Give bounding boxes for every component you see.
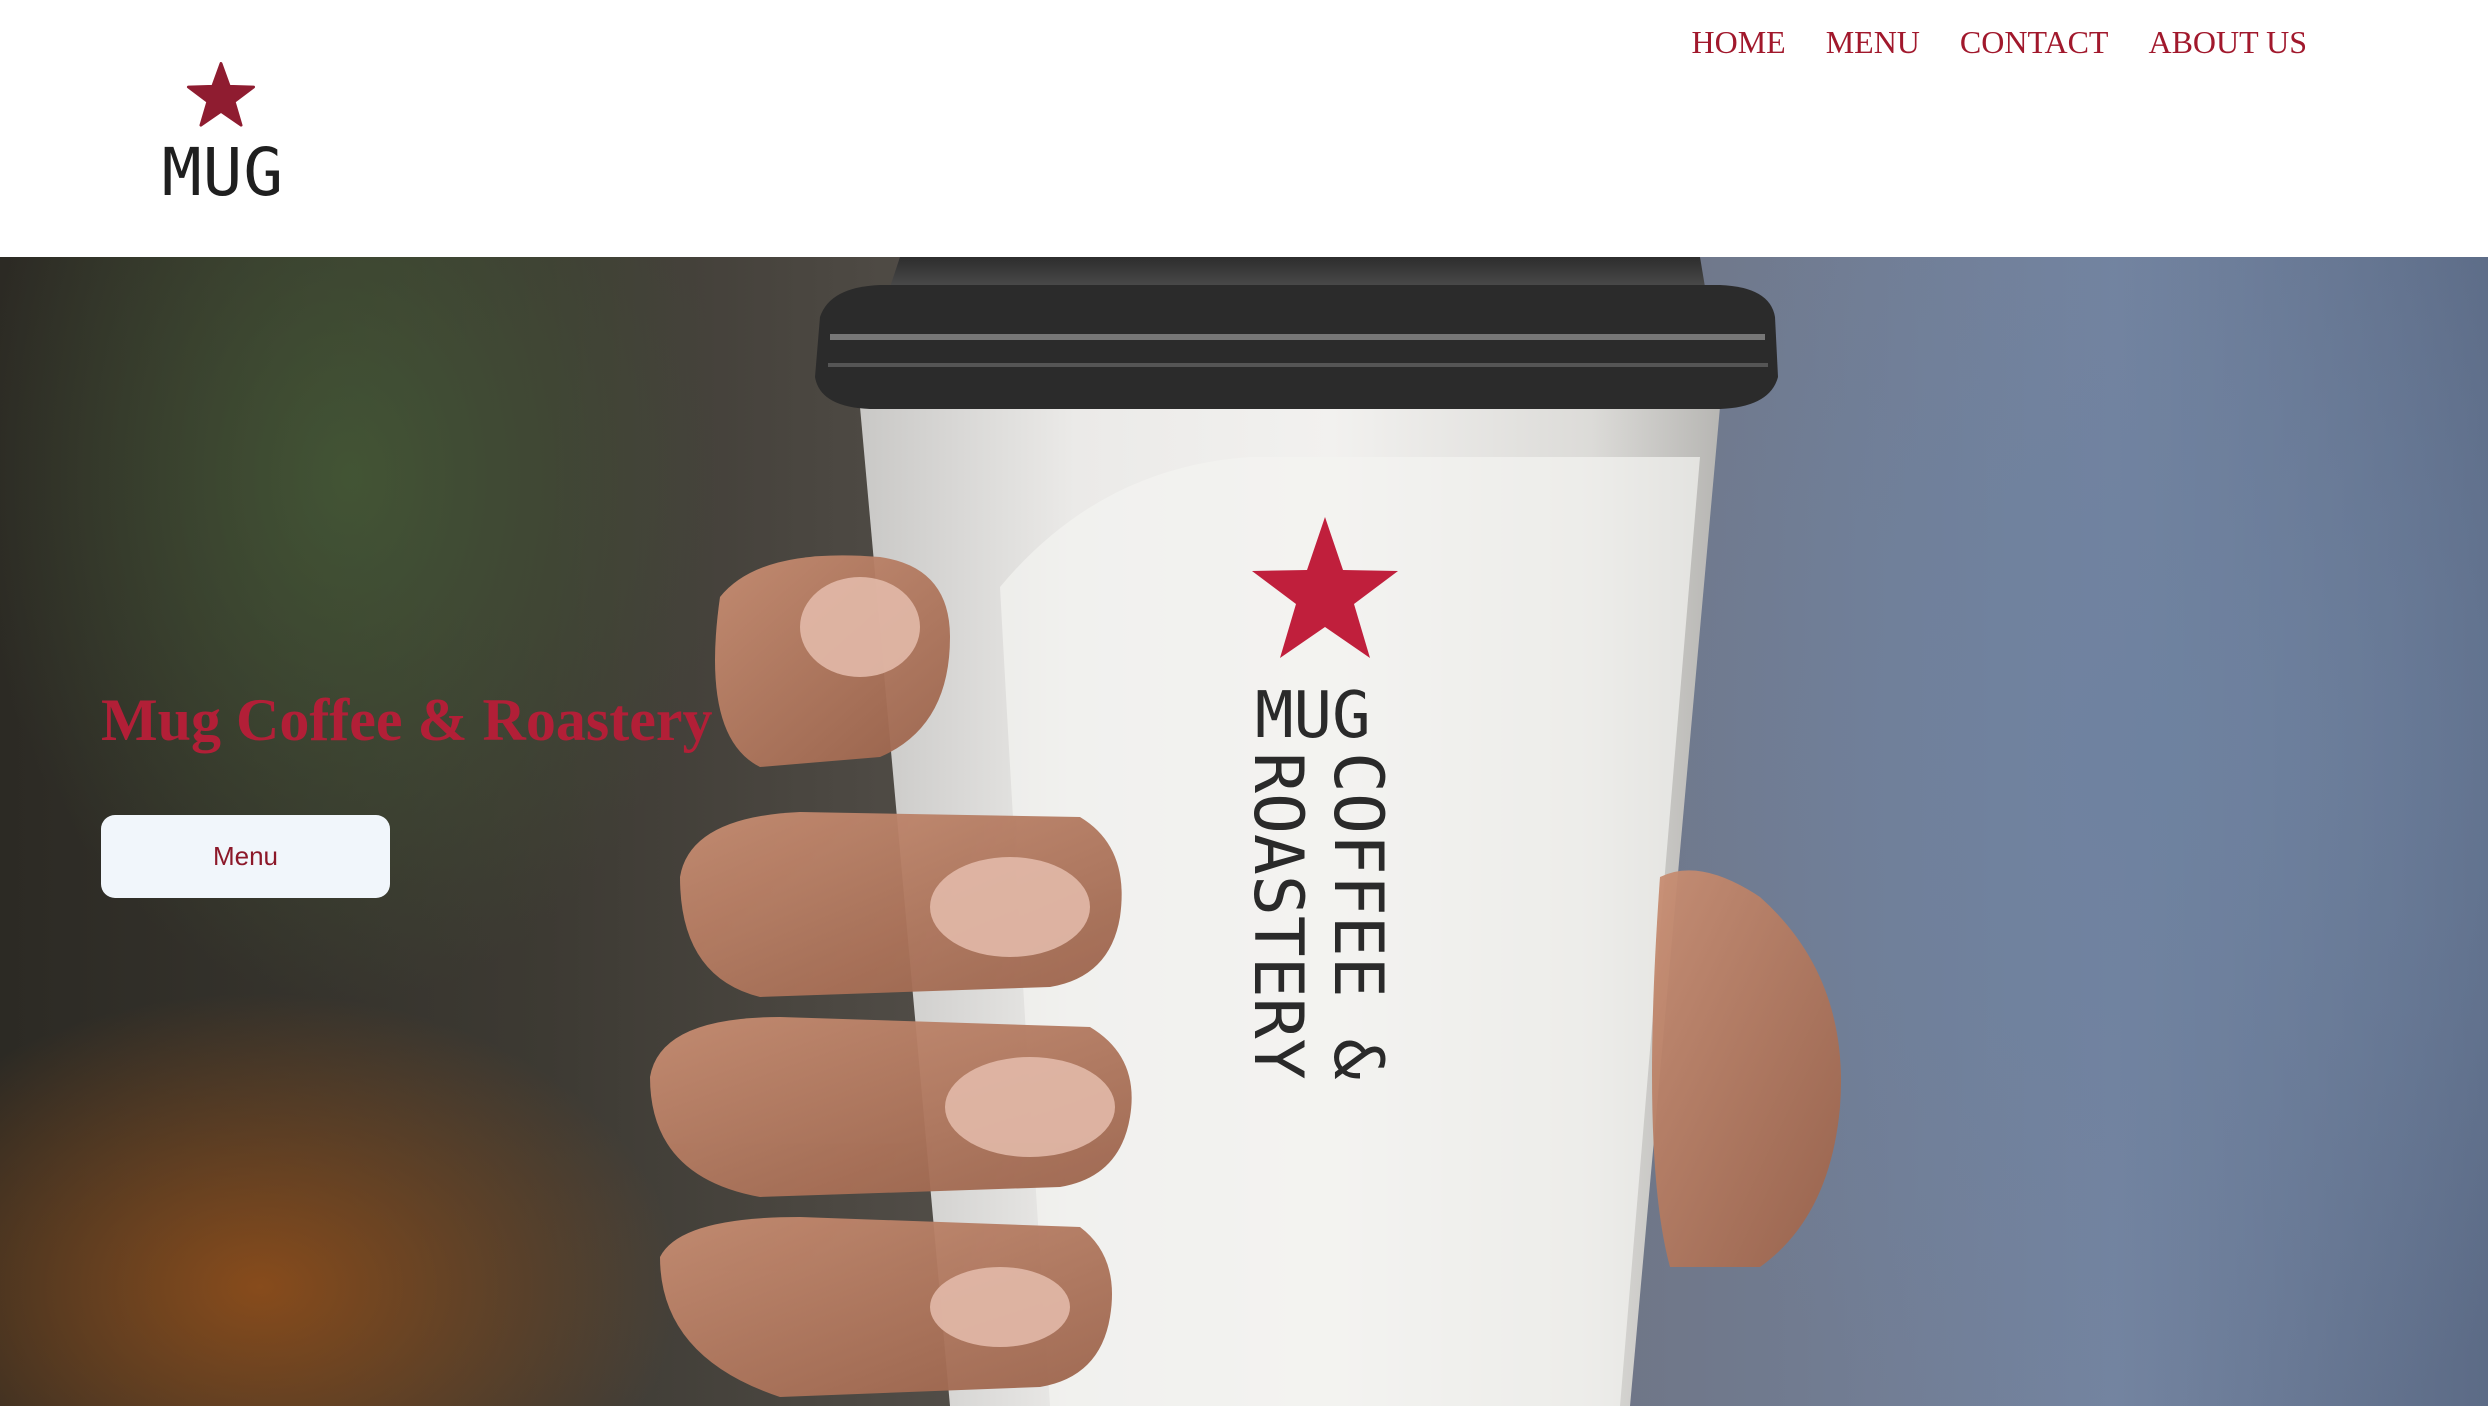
cup-print-roastery: ROASTERY bbox=[1238, 752, 1317, 1080]
logo-text: MUG bbox=[161, 134, 285, 211]
hero-section: MUG COFFEE & ROASTERY Mug Coffee & Roast… bbox=[0, 257, 2488, 1406]
main-nav: HOME MENU CONTACT ABOUT US bbox=[1691, 22, 2307, 62]
site-header: MUG HOME MENU CONTACT ABOUT US bbox=[0, 0, 2488, 257]
nav-menu[interactable]: MENU bbox=[1826, 22, 1920, 62]
nav-contact[interactable]: CONTACT bbox=[1960, 22, 2109, 62]
page-bottom bbox=[0, 1406, 2488, 1426]
menu-button[interactable]: Menu bbox=[101, 815, 390, 898]
cup-print-mug: MUG bbox=[1255, 679, 1371, 753]
nav-about-us[interactable]: ABOUT US bbox=[2148, 22, 2307, 62]
page: MUG HOME MENU CONTACT ABOUT US MUG COFFE… bbox=[0, 0, 2488, 1426]
hero-title: Mug Coffee & Roastery bbox=[101, 687, 713, 753]
cup-print-coffee: COFFEE & bbox=[1318, 752, 1397, 1080]
logo-link[interactable]: MUG bbox=[138, 58, 308, 208]
star-icon bbox=[186, 62, 256, 127]
nav-home[interactable]: HOME bbox=[1691, 22, 1785, 62]
